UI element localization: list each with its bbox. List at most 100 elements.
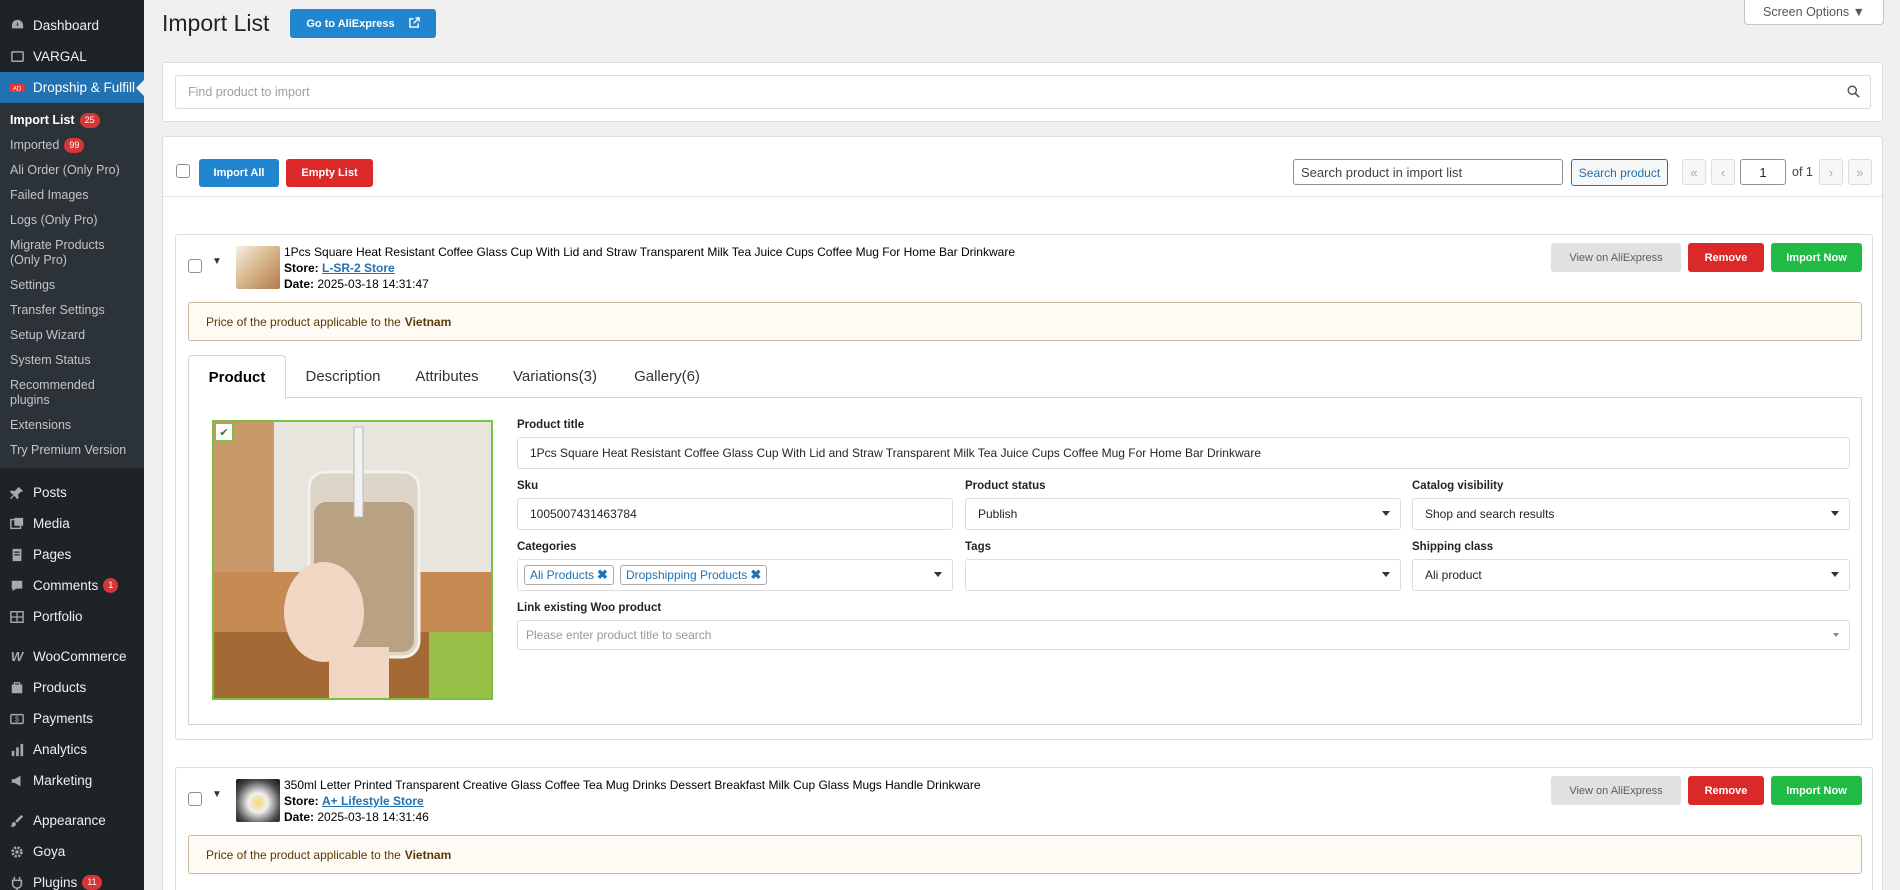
product-thumbnail	[236, 246, 280, 289]
store-link[interactable]: L-SR-2 Store	[322, 261, 395, 275]
tab-attributes[interactable]: Attributes	[400, 355, 494, 398]
list-toolbar: Import All Empty List Search product in …	[163, 137, 1882, 197]
submenu-ali-order[interactable]: Ali Order (Only Pro)	[0, 158, 144, 183]
prev-page-button[interactable]: ‹	[1711, 159, 1735, 185]
product-title: 350ml Letter Printed Transparent Creativ…	[284, 778, 981, 792]
menu-pages[interactable]: Pages	[0, 539, 144, 570]
remove-button[interactable]: Remove	[1688, 776, 1764, 805]
next-page-button[interactable]: ›	[1818, 159, 1843, 185]
portfolio-icon	[9, 609, 25, 625]
product-main-image[interactable]: ✔	[212, 420, 493, 700]
caret-down-icon[interactable]: ▼	[212, 789, 222, 800]
pin-icon	[9, 485, 25, 501]
last-page-button[interactable]: »	[1847, 159, 1872, 185]
submenu-failed-images[interactable]: Failed Images	[0, 183, 144, 208]
screen-options-button[interactable]: Screen Options ▼	[1744, 0, 1884, 25]
categories-select[interactable]: Ali Products ✖ Dropshipping Products ✖	[517, 559, 953, 591]
shipping-class-select[interactable]: Ali product	[1412, 559, 1850, 591]
submenu-recommended-plugins[interactable]: Recommended plugins	[0, 373, 144, 413]
menu-goya[interactable]: Goya	[0, 836, 144, 867]
store-link[interactable]: A+ Lifestyle Store	[322, 794, 424, 808]
vargal-icon	[9, 49, 25, 65]
product-status-select[interactable]: Publish	[965, 498, 1401, 530]
tab-description[interactable]: Description	[286, 355, 400, 398]
menu-analytics[interactable]: Analytics	[0, 734, 144, 765]
page-number-input[interactable]: 1	[1740, 159, 1786, 185]
submenu-transfer-settings[interactable]: Transfer Settings	[0, 298, 144, 323]
find-product-input[interactable]: Find product to import	[175, 75, 1871, 109]
catalog-visibility-label: Catalog visibility	[1412, 480, 1504, 492]
tab-gallery[interactable]: Gallery(6)	[616, 355, 718, 398]
submenu-try-premium[interactable]: Try Premium Version	[0, 438, 144, 463]
main-content: Import List Go to AliExpress Screen Opti…	[144, 0, 1900, 890]
view-on-aliexpress-button[interactable]: View on AliExpress	[1551, 243, 1681, 272]
tab-product[interactable]: Product	[188, 355, 286, 399]
menu-products[interactable]: Products	[0, 672, 144, 703]
go-to-aliexpress-button[interactable]: Go to AliExpress	[290, 9, 436, 38]
submenu-settings[interactable]: Settings	[0, 273, 144, 298]
select-all-checkbox[interactable]	[176, 164, 190, 178]
view-on-aliexpress-button[interactable]: View on AliExpress	[1551, 776, 1681, 805]
product-card: ▼ 350ml Letter Printed Transparent Creat…	[175, 767, 1873, 890]
dashboard-icon	[9, 18, 25, 34]
submenu-setup-wizard[interactable]: Setup Wizard	[0, 323, 144, 348]
menu-payments[interactable]: $ Payments	[0, 703, 144, 734]
submenu-import-list[interactable]: Import List 25	[0, 108, 144, 133]
remove-chip-icon[interactable]: ✖	[750, 567, 761, 583]
import-now-button[interactable]: Import Now	[1771, 776, 1862, 805]
dropdown-arrow-icon	[1382, 572, 1390, 577]
sku-input[interactable]: 1005007431463784	[517, 498, 953, 530]
product-title: 1Pcs Square Heat Resistant Coffee Glass …	[284, 245, 1015, 259]
count-badge: 99	[64, 138, 85, 153]
import-all-button[interactable]: Import All	[199, 159, 279, 187]
remove-chip-icon[interactable]: ✖	[597, 567, 608, 583]
product-date: 2025-03-18 14:31:47	[317, 277, 429, 291]
menu-dropship-fulfill[interactable]: AD Dropship & Fulfill	[0, 72, 144, 103]
search-panel: Find product to import	[162, 62, 1883, 122]
page-title: Import List	[162, 10, 270, 36]
search-import-list-input[interactable]: Search product in import list	[1293, 159, 1563, 185]
product-status-label: Product status	[965, 480, 1046, 492]
link-woo-product-label: Link existing Woo product	[517, 602, 662, 614]
menu-plugins[interactable]: Plugins 11	[0, 867, 144, 890]
menu-media[interactable]: Media	[0, 508, 144, 539]
product-checkbox[interactable]	[188, 792, 202, 806]
menu-posts[interactable]: Posts	[0, 477, 144, 508]
submenu-migrate-products[interactable]: Migrate Products (Only Pro)	[0, 233, 144, 273]
menu-dashboard[interactable]: Dashboard	[0, 10, 144, 41]
menu-vargal[interactable]: VARGAL	[0, 41, 144, 72]
caret-down-icon[interactable]: ▼	[212, 256, 222, 267]
tags-select[interactable]	[965, 559, 1401, 591]
category-chip: Dropshipping Products ✖	[619, 565, 768, 585]
menu-appearance[interactable]: Appearance	[0, 805, 144, 836]
svg-text:$: $	[15, 716, 19, 723]
product-date: 2025-03-18 14:31:46	[317, 810, 429, 824]
product-title-label: Product title	[517, 419, 585, 431]
submenu-extensions[interactable]: Extensions	[0, 413, 144, 438]
remove-button[interactable]: Remove	[1688, 243, 1764, 272]
product-tabs: Product Description Attributes Variation…	[188, 355, 1862, 399]
submenu-logs[interactable]: Logs (Only Pro)	[0, 208, 144, 233]
category-chip: Ali Products ✖	[524, 565, 614, 585]
menu-woocommerce[interactable]: W WooCommerce	[0, 641, 144, 672]
check-icon[interactable]: ✔	[215, 423, 233, 441]
product-title-input[interactable]: 1Pcs Square Heat Resistant Coffee Glass …	[517, 437, 1850, 469]
link-woo-product-select[interactable]: Please enter product title to search	[517, 620, 1850, 650]
import-now-button[interactable]: Import Now	[1771, 243, 1862, 272]
menu-portfolio[interactable]: Portfolio	[0, 601, 144, 632]
submenu-imported[interactable]: Imported 99	[0, 133, 144, 158]
tags-label: Tags	[965, 541, 991, 553]
catalog-visibility-select[interactable]: Shop and search results	[1412, 498, 1850, 530]
media-icon	[9, 516, 25, 532]
plugin-icon	[9, 875, 25, 890]
dropship-icon: AD	[9, 80, 25, 96]
external-link-icon	[408, 16, 420, 31]
empty-list-button[interactable]: Empty List	[286, 159, 373, 187]
search-product-button[interactable]: Search product	[1571, 159, 1668, 186]
submenu-system-status[interactable]: System Status	[0, 348, 144, 373]
menu-marketing[interactable]: Marketing	[0, 765, 144, 796]
menu-comments[interactable]: Comments 1	[0, 570, 144, 601]
first-page-button[interactable]: «	[1682, 159, 1706, 185]
tab-variations[interactable]: Variations(3)	[494, 355, 616, 398]
product-checkbox[interactable]	[188, 259, 202, 273]
